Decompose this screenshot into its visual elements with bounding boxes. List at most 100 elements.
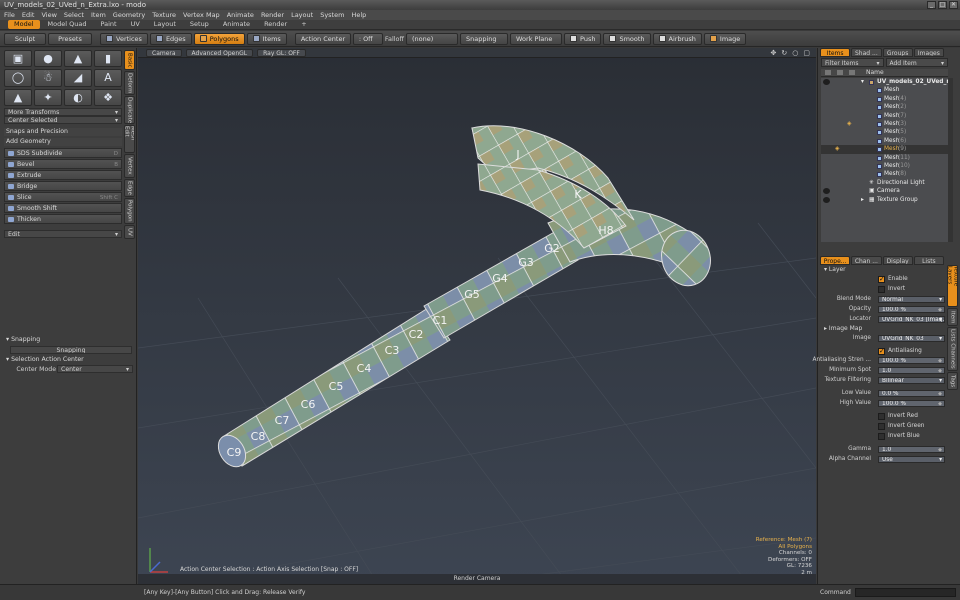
list-item[interactable]: Mesh (10) bbox=[821, 162, 948, 170]
menu-file[interactable]: File bbox=[4, 11, 15, 19]
bevel-button[interactable]: Bevel B bbox=[4, 159, 122, 169]
menu-item[interactable]: Item bbox=[91, 11, 106, 19]
sculpt-button[interactable]: Sculpt bbox=[4, 32, 46, 45]
list-item[interactable]: Mesh (6) bbox=[821, 137, 948, 145]
tab-uv[interactable]: UV bbox=[125, 20, 146, 29]
falloff-dropdown[interactable]: (none) bbox=[406, 32, 459, 45]
add-geometry-header[interactable]: Add Geometry bbox=[4, 138, 122, 146]
vtab-item[interactable]: Item bbox=[947, 308, 958, 326]
antialiasing-checkbox[interactable] bbox=[878, 347, 885, 356]
center-mode-dropdown[interactable]: Center bbox=[57, 365, 133, 373]
list-item-texture-group[interactable]: ▸ ▦ Texture Group bbox=[821, 196, 948, 204]
work-plane-dropdown[interactable]: Work Plane bbox=[510, 32, 563, 45]
maximize-icon[interactable]: ▢ bbox=[803, 49, 810, 57]
cone-tool[interactable]: ▲ bbox=[64, 50, 92, 68]
menu-layout[interactable]: Layout bbox=[291, 11, 313, 19]
vtab-lists-channels[interactable]: Lists Channels bbox=[947, 327, 958, 371]
push-button[interactable]: Push bbox=[564, 32, 602, 45]
tab-properties[interactable]: Prope... bbox=[820, 256, 851, 265]
list-item[interactable]: Mesh (8) bbox=[821, 170, 948, 178]
snaps-precision-header[interactable]: Snaps and Precision bbox=[4, 128, 122, 136]
image-dropdown[interactable]: UVGrid_NK_03 bbox=[878, 335, 945, 342]
menu-edit[interactable]: Edit bbox=[22, 11, 35, 19]
list-item[interactable]: ◈ Mesh (3) bbox=[821, 120, 948, 128]
zoom-view-icon[interactable]: ○ bbox=[792, 49, 798, 57]
vtab-mesh-edit[interactable]: Mesh Edit bbox=[124, 125, 135, 153]
vtab-tags[interactable]: Tags bbox=[947, 372, 958, 390]
snapping-button[interactable]: Snapping bbox=[460, 32, 509, 45]
airbrush-button[interactable]: Airbrush bbox=[652, 32, 702, 45]
list-item-camera[interactable]: ▣ Camera bbox=[821, 187, 948, 195]
tab-paint[interactable]: Paint bbox=[94, 20, 122, 29]
close-button[interactable]: ✕ bbox=[949, 1, 958, 9]
invert-red-checkbox[interactable] bbox=[878, 413, 885, 420]
menu-system[interactable]: System bbox=[320, 11, 344, 19]
vtab-texture-layers[interactable]: Texture Layers bbox=[947, 265, 958, 307]
sphere-tool[interactable]: ● bbox=[34, 50, 62, 68]
image-map-section-header[interactable]: ▸ Image Map bbox=[821, 325, 947, 333]
transform-tool[interactable]: ✦ bbox=[34, 88, 62, 106]
slice-button[interactable]: Slice Shift C bbox=[4, 192, 122, 202]
center-selected-dropdown[interactable]: Center Selected bbox=[4, 116, 122, 124]
opacity-field[interactable]: 100.0 % bbox=[878, 306, 945, 313]
tab-render[interactable]: Render bbox=[258, 20, 293, 29]
aa-strength-field[interactable]: 100.0 % bbox=[878, 357, 945, 364]
capsule-tool[interactable]: ◢ bbox=[64, 69, 92, 87]
tab-model[interactable]: Model bbox=[8, 20, 40, 29]
presets-button[interactable]: Presets bbox=[48, 32, 92, 45]
smooth-button[interactable]: Smooth bbox=[603, 32, 651, 45]
symmetry-dropdown[interactable]: : Off bbox=[352, 32, 383, 45]
invert-checkbox[interactable] bbox=[878, 286, 885, 293]
ring-tool[interactable]: ▲ bbox=[4, 88, 32, 106]
selection-action-center-header[interactable]: ▾ Selection Action Center bbox=[4, 356, 122, 364]
image-button[interactable]: Image bbox=[703, 32, 747, 45]
low-value-field[interactable]: 0.0 % bbox=[878, 390, 945, 397]
action-center-dropdown[interactable]: Action Center bbox=[294, 32, 351, 45]
figure-tool[interactable]: ☃ bbox=[34, 69, 62, 87]
camera-view-dropdown[interactable]: Camera bbox=[146, 48, 182, 57]
locator-dropdown[interactable]: UVGrid_NK_03 (Imag... bbox=[878, 316, 945, 323]
list-item[interactable]: Mesh bbox=[821, 86, 948, 94]
extrude-button[interactable]: Extrude bbox=[4, 170, 122, 180]
polygons-mode-button[interactable]: Polygons bbox=[193, 32, 245, 45]
tab-animate[interactable]: Animate bbox=[217, 20, 256, 29]
list-item[interactable]: Mesh (2) bbox=[821, 103, 948, 111]
gamma-field[interactable]: 1.0 bbox=[878, 446, 945, 453]
tab-setup[interactable]: Setup bbox=[184, 20, 215, 29]
3d-viewport[interactable]: C9 C8 C7 C6 C5 C4 C3 C2 C1 G5 G4 G3 G2 H… bbox=[138, 48, 816, 584]
menu-help[interactable]: Help bbox=[351, 11, 366, 19]
vtab-vertex[interactable]: Vertex bbox=[124, 154, 135, 178]
tab-groups[interactable]: Groups bbox=[882, 48, 913, 57]
layer-section-header[interactable]: ▾ Layer bbox=[821, 266, 947, 274]
list-item-scene[interactable]: ▾ UV_models_02_UVed_n_E bbox=[821, 78, 948, 86]
add-item-dropdown[interactable]: Add Item bbox=[885, 58, 948, 67]
vtab-deform[interactable]: Deform bbox=[124, 71, 135, 95]
rotate-tool[interactable]: ◐ bbox=[64, 88, 92, 106]
texture-filtering-dropdown[interactable]: Bilinear bbox=[878, 377, 945, 384]
name-column-header[interactable]: Name bbox=[866, 69, 884, 77]
menu-animate[interactable]: Animate bbox=[227, 11, 254, 19]
list-item-selected[interactable]: ◈ Mesh (9) bbox=[821, 145, 948, 154]
list-item[interactable]: Mesh (7) bbox=[821, 112, 948, 120]
torus-tool[interactable]: ◯ bbox=[4, 69, 32, 87]
ray-gl-toggle[interactable]: Ray GL: OFF bbox=[257, 48, 306, 57]
text-tool[interactable]: A bbox=[94, 69, 122, 87]
bridge-button[interactable]: Bridge bbox=[4, 181, 122, 191]
vtab-uv[interactable]: UV bbox=[124, 225, 135, 239]
eye-icon[interactable] bbox=[823, 79, 830, 85]
snapping-header[interactable]: ▾ Snapping bbox=[4, 336, 122, 344]
edges-mode-button[interactable]: Edges bbox=[149, 32, 192, 45]
invert-blue-checkbox[interactable] bbox=[878, 433, 885, 440]
vtab-duplicate[interactable]: Duplicate bbox=[124, 96, 135, 124]
menu-view[interactable]: View bbox=[41, 11, 56, 19]
tab-items[interactable]: Items bbox=[820, 48, 851, 57]
invert-green-checkbox[interactable] bbox=[878, 423, 885, 430]
tab-layout[interactable]: Layout bbox=[148, 20, 182, 29]
menu-vertex-map[interactable]: Vertex Map bbox=[183, 11, 220, 19]
command-input[interactable] bbox=[854, 588, 956, 597]
more-transforms-dropdown[interactable]: More Transforms bbox=[4, 108, 122, 116]
minimum-spot-field[interactable]: 1.0 bbox=[878, 367, 945, 374]
eye-icon[interactable] bbox=[823, 188, 830, 195]
list-item-light[interactable]: ✳ Directional Light bbox=[821, 179, 948, 187]
tab-model-quad[interactable]: Model Quad bbox=[42, 20, 93, 29]
